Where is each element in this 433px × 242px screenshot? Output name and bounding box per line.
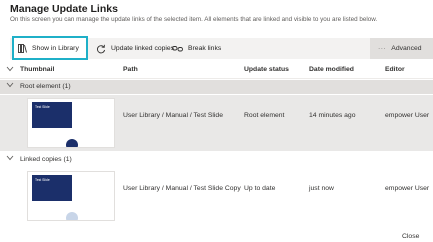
column-header-path[interactable]: Path xyxy=(123,66,138,73)
group-header-linked-copies[interactable]: Linked copies (1) xyxy=(0,153,433,167)
slide-title: Test Slide xyxy=(35,105,50,109)
column-header-update-status[interactable]: Update status xyxy=(244,66,289,73)
group-label: Linked copies (1) xyxy=(20,156,72,163)
chevron-down-icon xyxy=(6,155,14,163)
page-subtitle: On this screen you can manage the update… xyxy=(10,16,378,23)
collapse-all-icon[interactable] xyxy=(6,66,14,74)
slide-title: Test Slide xyxy=(35,178,50,182)
column-header-date-modified[interactable]: Date modified xyxy=(309,66,354,73)
cell-editor: empower User xyxy=(385,185,430,192)
table-row[interactable]: Test Slide User Library / Manual / Test … xyxy=(0,168,433,224)
table-row[interactable]: Test Slide User Library / Manual / Test … xyxy=(0,95,433,151)
advanced-button[interactable]: ··· Advanced xyxy=(370,38,433,59)
break-links-button[interactable]: Break links xyxy=(168,39,221,58)
slide-badge-icon xyxy=(66,212,78,220)
cell-modified: just now xyxy=(309,185,334,192)
group-label: Root element (1) xyxy=(20,83,71,90)
cell-editor: empower User xyxy=(385,112,430,119)
close-button[interactable]: Close xyxy=(402,233,419,240)
chevron-down-icon xyxy=(6,82,14,90)
column-header-thumbnail[interactable]: Thumbnail xyxy=(20,66,54,73)
break-links-label: Break links xyxy=(188,45,222,52)
broken-link-icon xyxy=(172,46,183,52)
update-linked-copies-button[interactable]: Update linked copies xyxy=(92,39,174,58)
toolbar: Show in Library Update linked copies Bre… xyxy=(10,36,433,60)
show-in-library-label: Show in Library xyxy=(32,44,79,52)
cell-modified: 14 minutes ago xyxy=(309,112,356,119)
slide-badge-icon xyxy=(66,139,78,147)
table-header: Thumbnail Path Update status Date modifi… xyxy=(0,60,433,79)
cell-status: Root element xyxy=(244,112,285,119)
cell-path: User Library / Manual / Test Slide xyxy=(123,112,223,119)
group-header-root[interactable]: Root element (1) xyxy=(0,80,433,94)
column-header-editor[interactable]: Editor xyxy=(385,66,405,73)
slide-thumbnail: Test Slide xyxy=(27,98,115,148)
slide-thumbnail: Test Slide xyxy=(27,171,115,221)
page-title: Manage Update Links xyxy=(10,3,118,15)
more-icon: ··· xyxy=(378,45,387,52)
show-in-library-button[interactable]: Show in Library xyxy=(12,36,88,60)
cell-path: User Library / Manual / Test Slide Copy xyxy=(123,185,241,192)
library-icon xyxy=(18,43,27,53)
slide-preview: Test Slide xyxy=(32,102,72,128)
slide-preview: Test Slide xyxy=(32,175,72,201)
refresh-icon xyxy=(97,44,106,53)
update-linked-copies-label: Update linked copies xyxy=(111,45,175,52)
advanced-label: Advanced xyxy=(391,45,422,52)
cell-status: Up to date xyxy=(244,185,276,192)
